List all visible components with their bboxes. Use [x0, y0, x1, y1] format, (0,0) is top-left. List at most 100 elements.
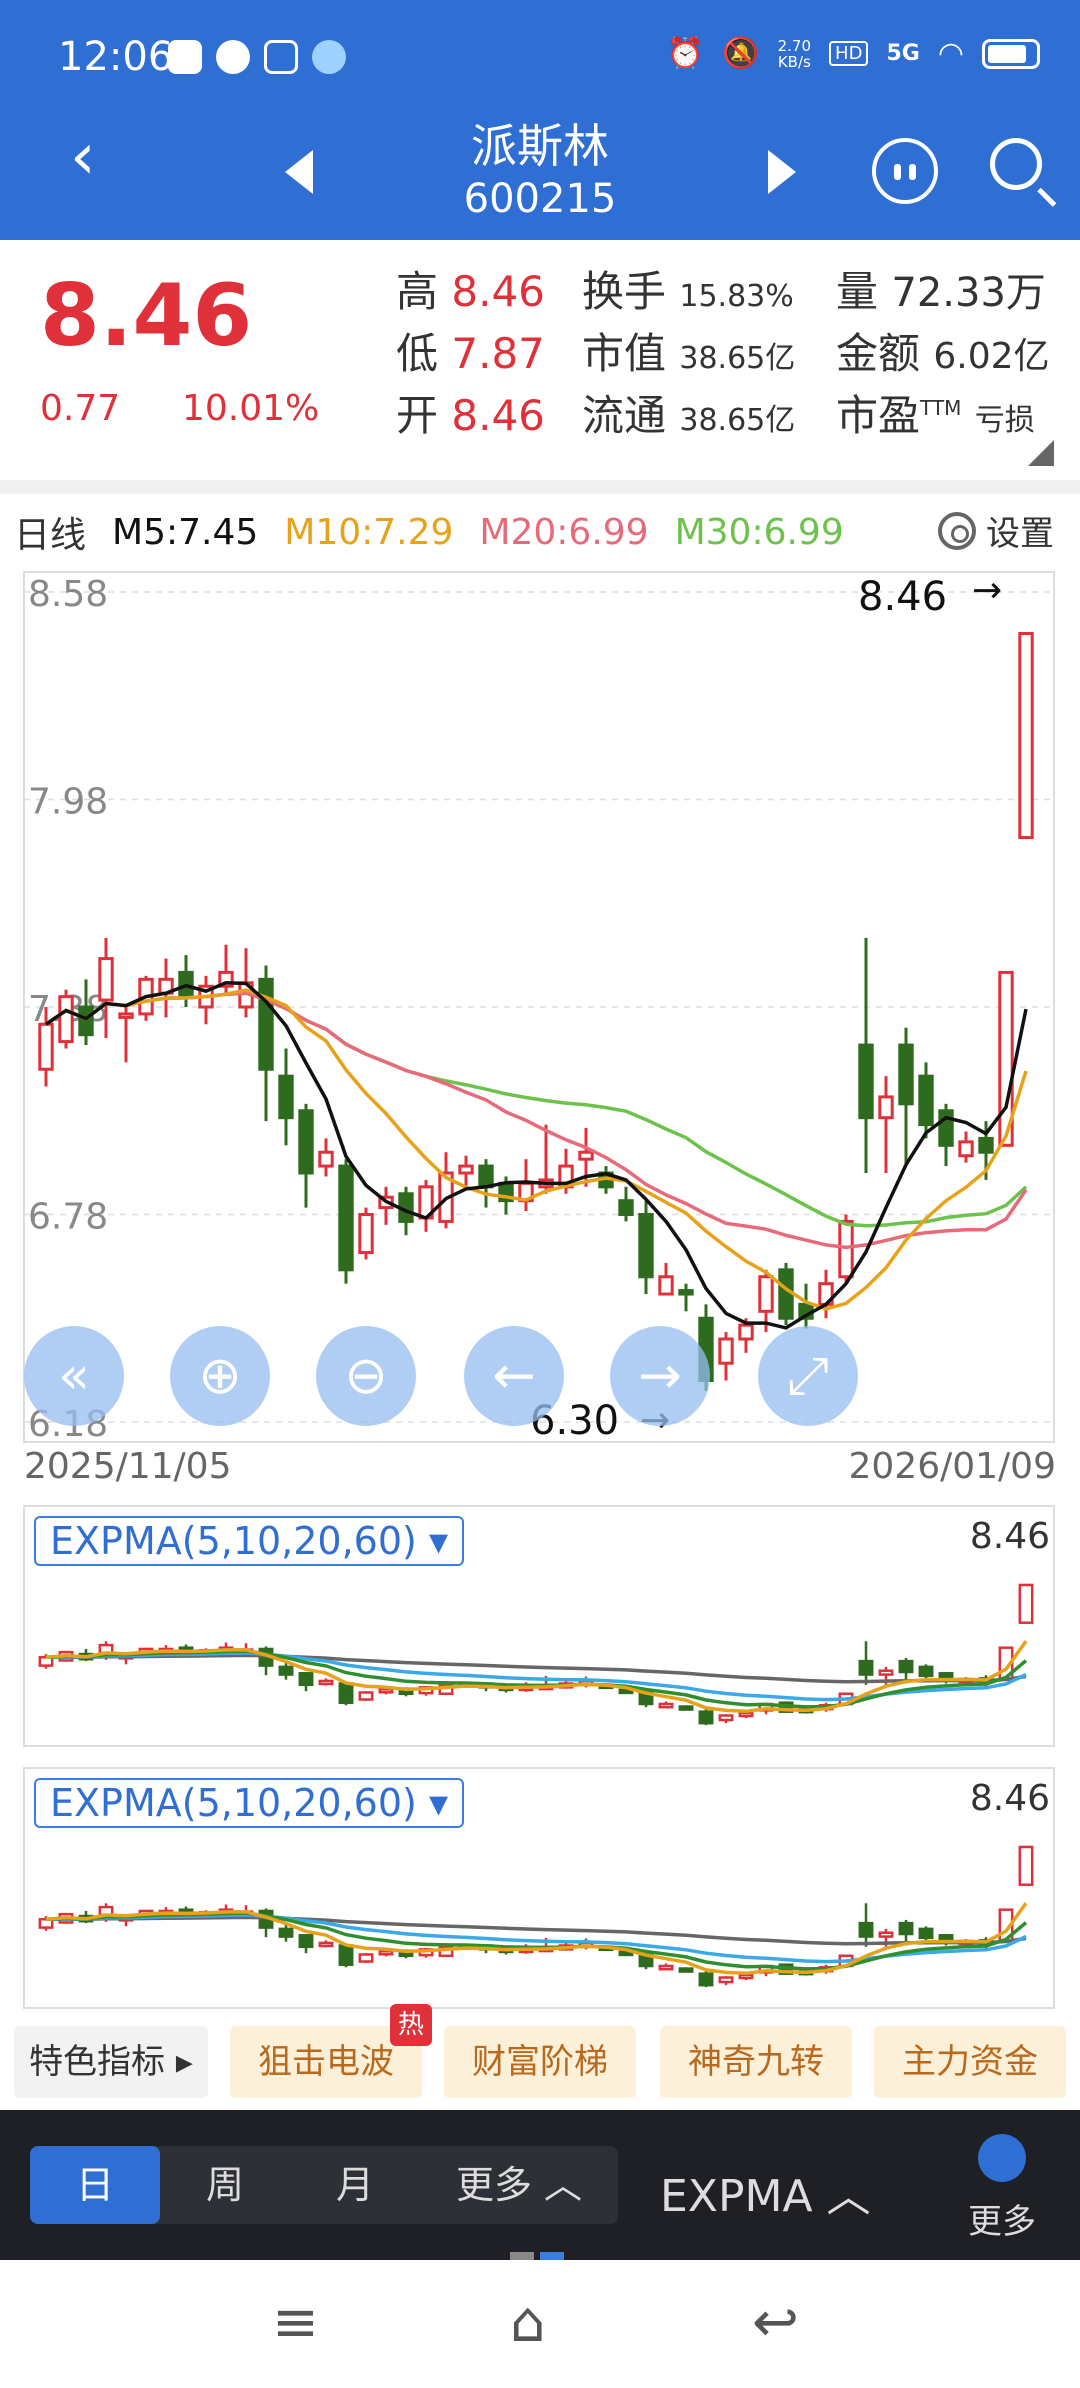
- system-nav-bar: ≡ ⌂ ↩: [0, 2260, 1080, 2388]
- fullscreen-button[interactable]: ⤢: [758, 1326, 858, 1426]
- fullscreen-icon: ⤢: [787, 1346, 829, 1406]
- turnover-label: 换手: [582, 267, 667, 316]
- sub-chart-frame: [23, 1767, 1055, 2009]
- scroll-left-button[interactable]: ←: [464, 1326, 564, 1426]
- arrow-right-icon: →: [972, 570, 1002, 611]
- zoom-out-button[interactable]: ⊖: [316, 1326, 416, 1426]
- mktcap-value: 38.65亿: [679, 341, 796, 376]
- candle-body: [918, 1074, 934, 1127]
- settings-button[interactable]: 设置: [938, 506, 1054, 555]
- expand-corner-icon[interactable]: [1028, 440, 1054, 466]
- indicator-button[interactable]: EXPMA ︿: [660, 2160, 871, 2224]
- arrow-right-icon: →: [638, 1346, 682, 1406]
- candle-body: [918, 1665, 934, 1678]
- tab-more[interactable]: 更多 ︿: [420, 2146, 618, 2224]
- clock: 12:06: [58, 34, 174, 80]
- candle-body: [278, 1074, 294, 1120]
- settings-label: 设置: [986, 514, 1054, 554]
- candle-body: [658, 1964, 674, 1971]
- candle-body: [958, 1140, 974, 1158]
- candle-body: [578, 1150, 594, 1161]
- candle-body: [1018, 1845, 1034, 1886]
- expma-chart-1[interactable]: [0, 1498, 1080, 1748]
- mute-icon: 🔕: [722, 36, 760, 71]
- candle-body: [358, 1953, 374, 1963]
- volume-label: 量: [836, 267, 879, 316]
- candle-body: [258, 977, 274, 1071]
- candle-body: [98, 957, 114, 1002]
- candle-body: [698, 1972, 714, 1987]
- candle-body: [58, 995, 74, 1044]
- zoom-out-icon: ⊖: [344, 1346, 388, 1406]
- app-notification-icon: [168, 40, 202, 74]
- candle-body: [738, 1973, 754, 1980]
- candle-body: [718, 1337, 734, 1365]
- float-label: 流通: [582, 391, 667, 440]
- date-end: 2026/01/09: [848, 1446, 1057, 1487]
- expma-chart-2[interactable]: [0, 1760, 1080, 2010]
- m20-label: M20:6.99: [479, 511, 649, 553]
- assistant-icon[interactable]: [872, 138, 938, 204]
- low-value: 7.87: [451, 329, 545, 378]
- candle-body: [1018, 632, 1034, 840]
- snipe-wave-label: 狙击电波: [258, 2042, 394, 2082]
- expma5-line: [45, 1902, 1028, 1976]
- candle-body: [858, 1921, 874, 1938]
- candle-body: [758, 1275, 774, 1313]
- snipe-wave-button[interactable]: 狙击电波热: [230, 2004, 432, 2098]
- hd-icon: HD: [829, 41, 869, 66]
- high-stat: 高 8.46: [396, 258, 545, 319]
- pe-stat: 市盈TTM 亏损: [836, 382, 1035, 443]
- candle-body: [278, 1665, 294, 1676]
- tab-month[interactable]: 月: [290, 2146, 420, 2224]
- rewind-button[interactable]: «: [24, 1326, 124, 1426]
- candle-body: [478, 1164, 494, 1189]
- sub-chart-frame: [23, 1505, 1055, 1747]
- arrow-left-icon: ←: [492, 1346, 536, 1406]
- wealth-ladder-button[interactable]: 财富阶梯: [444, 2026, 636, 2098]
- app-root: 12:06 ⏰ 🔕 2.70 KB/s HD 5G ◠ ‹ 派斯林 600215: [0, 0, 1080, 2388]
- rewind-icon: «: [58, 1346, 90, 1406]
- candle-body: [898, 1043, 914, 1106]
- status-bar: 12:06 ⏰ 🔕 2.70 KB/s HD 5G ◠: [0, 0, 1080, 110]
- next-stock-icon[interactable]: [768, 150, 796, 194]
- candle-body: [318, 1679, 334, 1686]
- candle-body: [118, 1012, 134, 1019]
- tab-day[interactable]: 日: [30, 2146, 160, 2224]
- special-indicators-button[interactable]: 特色指标 ▸: [14, 2026, 208, 2098]
- candle-body: [38, 1022, 54, 1071]
- m5-label: M5:7.45: [112, 511, 259, 553]
- candle-body: [318, 1941, 334, 1948]
- wifi-icon: ◠: [937, 36, 964, 71]
- candle-body: [378, 1950, 394, 1956]
- candle-body: [338, 1944, 354, 1966]
- candle-body: [298, 1672, 314, 1687]
- tab-week[interactable]: 周: [160, 2146, 290, 2224]
- quote-panel: 8.46 0.77 10.01% 高 8.46 低 7.87 开 8.46 换手…: [0, 240, 1080, 480]
- main-fund-button[interactable]: 主力资金: [874, 2026, 1066, 2098]
- magic-nine-button[interactable]: 神奇九转: [660, 2026, 852, 2098]
- more-icon[interactable]: [978, 2134, 1026, 2182]
- zoom-in-button[interactable]: ⊕: [170, 1326, 270, 1426]
- home-icon[interactable]: ⌂: [510, 2290, 546, 2355]
- header: 12:06 ⏰ 🔕 2.70 KB/s HD 5G ◠ ‹ 派斯林 600215: [0, 0, 1080, 240]
- mktcap-label: 市值: [582, 329, 667, 378]
- candle-body: [698, 1710, 714, 1725]
- candle-body: [738, 1711, 754, 1718]
- ma-legend: 日线 M5:7.45 M10:7.29 M20:6.99 M30:6.99: [14, 504, 844, 560]
- gear-icon: [938, 511, 976, 550]
- menu-icon[interactable]: ≡: [272, 2290, 319, 2355]
- candle-body: [358, 1691, 374, 1701]
- candle-body: [678, 1289, 694, 1296]
- scroll-right-button[interactable]: →: [610, 1326, 710, 1426]
- volume-stat: 量 72.33万: [836, 258, 1046, 319]
- more-button[interactable]: 更多: [968, 2194, 1036, 2243]
- candle-body: [378, 1688, 394, 1694]
- back-nav-icon[interactable]: ↩: [752, 2290, 799, 2355]
- kline-chart[interactable]: 8.587.987.386.786.188.46→6.30→: [0, 566, 1080, 1446]
- open-value: 8.46: [451, 391, 545, 440]
- search-icon[interactable]: [990, 138, 1042, 190]
- amount-label: 金额: [836, 329, 921, 378]
- app-notification-icon: [312, 40, 346, 74]
- y-tick-label: 6.78: [28, 1197, 108, 1238]
